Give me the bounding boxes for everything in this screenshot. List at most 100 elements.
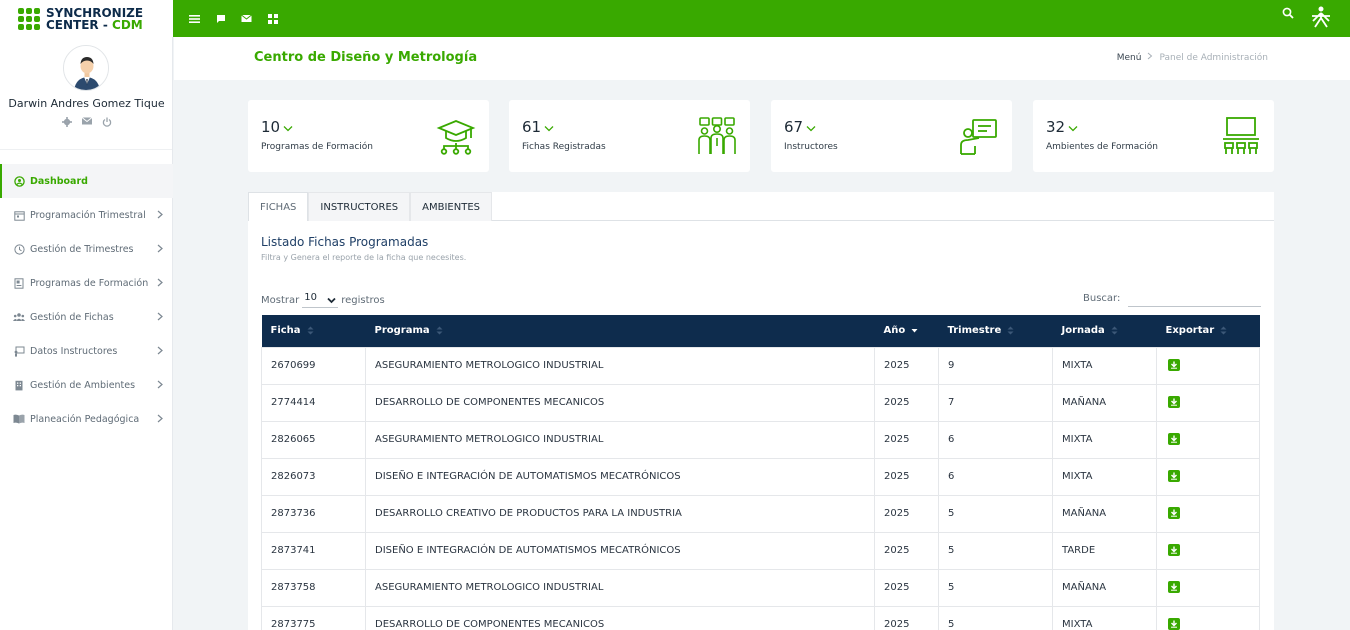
cell-jornada: MIXTA bbox=[1052, 346, 1157, 385]
download-icon[interactable] bbox=[1168, 618, 1180, 630]
page-length-value: 10 bbox=[304, 292, 317, 303]
breadcrumb-home-link[interactable]: Menú bbox=[1117, 53, 1142, 63]
cell-exportar bbox=[1156, 494, 1260, 533]
search-icon[interactable] bbox=[1282, 7, 1296, 21]
cell-programa: DESARROLLO DE COMPONENTES MECANICOS bbox=[365, 605, 875, 630]
cell-exportar bbox=[1156, 531, 1260, 570]
chat-icon[interactable] bbox=[214, 12, 227, 25]
cell-trimestre: 6 bbox=[938, 420, 1053, 459]
chevron-down-icon bbox=[1068, 118, 1078, 132]
column-header-ano[interactable]: Año bbox=[875, 315, 939, 347]
menu-icon[interactable] bbox=[188, 12, 201, 25]
download-icon[interactable] bbox=[1168, 396, 1180, 408]
calendar-icon bbox=[13, 209, 25, 221]
chevron-down-icon bbox=[283, 118, 293, 132]
tab-bar: FICHAS INSTRUCTORES AMBIENTES bbox=[248, 192, 1274, 221]
brand-accent: CDM bbox=[112, 17, 143, 32]
stat-value: 10 bbox=[261, 118, 281, 136]
cell-ficha: 2873775 bbox=[261, 605, 366, 630]
clock-icon bbox=[13, 243, 25, 255]
cell-ficha: 2873736 bbox=[261, 494, 366, 533]
stat-card-fichas[interactable]: 61 Fichas Registradas bbox=[509, 100, 750, 172]
cell-jornada: MIXTA bbox=[1052, 605, 1157, 630]
show-suffix: registros bbox=[341, 294, 385, 306]
brand-logo[interactable]: SYNCHRONIZE CENTER - CDM bbox=[0, 0, 173, 37]
stat-value: 67 bbox=[784, 118, 804, 136]
stat-card-instructores[interactable]: 67 Instructores bbox=[771, 100, 1012, 172]
download-icon[interactable] bbox=[1168, 470, 1180, 482]
group-icon bbox=[697, 116, 737, 156]
cell-exportar bbox=[1156, 420, 1260, 459]
cell-trimestre: 5 bbox=[938, 494, 1053, 533]
column-header-trimestre[interactable]: Trimestre bbox=[939, 315, 1053, 347]
book-icon bbox=[13, 413, 25, 425]
stat-label: Instructores bbox=[784, 142, 838, 152]
grid-icon[interactable] bbox=[266, 12, 279, 25]
sidebar-item-datos-instructores[interactable]: Datos Instructores bbox=[0, 334, 173, 368]
sena-logo-icon[interactable] bbox=[1310, 6, 1332, 30]
download-icon[interactable] bbox=[1168, 581, 1180, 593]
cell-exportar bbox=[1156, 457, 1260, 496]
stat-value: 61 bbox=[522, 118, 542, 136]
column-header-ficha[interactable]: Ficha bbox=[262, 315, 366, 347]
column-header-exportar[interactable]: Exportar bbox=[1157, 315, 1260, 347]
cell-jornada: MAÑANA bbox=[1052, 568, 1157, 607]
sidebar-item-label: Gestión de Ambientes bbox=[30, 379, 136, 391]
download-icon[interactable] bbox=[1168, 507, 1180, 519]
sidebar-item-gestion-ambientes[interactable]: Gestión de Ambientes bbox=[0, 368, 173, 402]
user-name: Darwin Andres Gomez Tique bbox=[8, 97, 165, 110]
column-header-jornada[interactable]: Jornada bbox=[1053, 315, 1157, 347]
chevron-down-icon bbox=[327, 296, 336, 304]
sidebar-item-programas-formacion[interactable]: Programas de Formación bbox=[0, 266, 173, 300]
sidebar: Darwin Andres Gomez Tique Dashboard Prog… bbox=[0, 37, 173, 630]
sidebar-item-label: Programación Trimestral bbox=[30, 209, 146, 221]
download-icon[interactable] bbox=[1168, 433, 1180, 445]
page-title: Centro de Diseño y Metrología bbox=[254, 50, 478, 65]
chevron-right-icon bbox=[157, 346, 165, 356]
cell-programa: DESARROLLO CREATIVO DE PRODUCTOS PARA LA… bbox=[365, 494, 875, 533]
search-input[interactable] bbox=[1128, 291, 1261, 307]
cell-ficha: 2873741 bbox=[261, 531, 366, 570]
sidebar-item-dashboard[interactable]: Dashboard bbox=[0, 164, 173, 198]
mail-icon[interactable] bbox=[81, 117, 93, 127]
sidebar-item-gestion-fichas[interactable]: Gestión de Fichas bbox=[0, 300, 173, 334]
fichas-table: Ficha Programa Año Trimestre Jornada Exp… bbox=[261, 315, 1260, 630]
building-icon bbox=[13, 379, 25, 391]
graduation-cap-icon bbox=[436, 116, 476, 156]
stat-label: Programas de Formación bbox=[261, 142, 373, 152]
avatar[interactable] bbox=[63, 45, 109, 91]
table-header-row: Ficha Programa Año Trimestre Jornada Exp… bbox=[261, 315, 1260, 347]
cell-ano: 2025 bbox=[874, 420, 939, 459]
download-icon[interactable] bbox=[1168, 359, 1180, 371]
page-length-control: Mostrar 10 registros bbox=[261, 292, 385, 308]
sort-icon bbox=[1007, 326, 1014, 335]
cell-exportar bbox=[1156, 605, 1260, 630]
cell-ficha: 2826065 bbox=[261, 420, 366, 459]
sidebar-item-label: Planeación Pedagógica bbox=[30, 413, 140, 425]
mail-icon[interactable] bbox=[240, 12, 253, 25]
page-length-select[interactable]: 10 bbox=[302, 292, 339, 308]
stat-card-programas[interactable]: 10 Programas de Formación bbox=[248, 100, 489, 172]
document-icon bbox=[13, 277, 25, 289]
teacher-icon bbox=[959, 116, 999, 156]
sidebar-item-gestion-trimestres[interactable]: Gestión de Trimestres bbox=[0, 232, 173, 266]
sidebar-item-programacion-trimestral[interactable]: Programación Trimestral bbox=[0, 198, 173, 232]
users-icon bbox=[13, 311, 25, 323]
stat-card-ambientes[interactable]: 32 Ambientes de Formación bbox=[1033, 100, 1274, 172]
tab-ambientes[interactable]: AMBIENTES bbox=[410, 192, 492, 221]
table-row: 2826073 DISEÑO E INTEGRACIÓN DE AUTOMATIS… bbox=[261, 457, 1260, 496]
settings-icon[interactable] bbox=[62, 117, 72, 127]
stat-label: Fichas Registradas bbox=[522, 142, 606, 152]
listing-title: Listado Fichas Programadas bbox=[261, 235, 429, 249]
power-icon[interactable] bbox=[102, 117, 112, 127]
sidebar-item-planeacion-pedagogica[interactable]: Planeación Pedagógica bbox=[0, 402, 173, 436]
tab-fichas[interactable]: FICHAS bbox=[248, 192, 309, 221]
tab-instructores[interactable]: INSTRUCTORES bbox=[308, 192, 411, 221]
cell-ano: 2025 bbox=[874, 346, 939, 385]
download-icon[interactable] bbox=[1168, 544, 1180, 556]
chevron-down-icon bbox=[806, 118, 816, 132]
show-prefix: Mostrar bbox=[261, 294, 300, 306]
column-header-programa[interactable]: Programa bbox=[366, 315, 875, 347]
sidebar-item-label: Dashboard bbox=[30, 175, 88, 187]
stat-label: Ambientes de Formación bbox=[1046, 142, 1158, 152]
